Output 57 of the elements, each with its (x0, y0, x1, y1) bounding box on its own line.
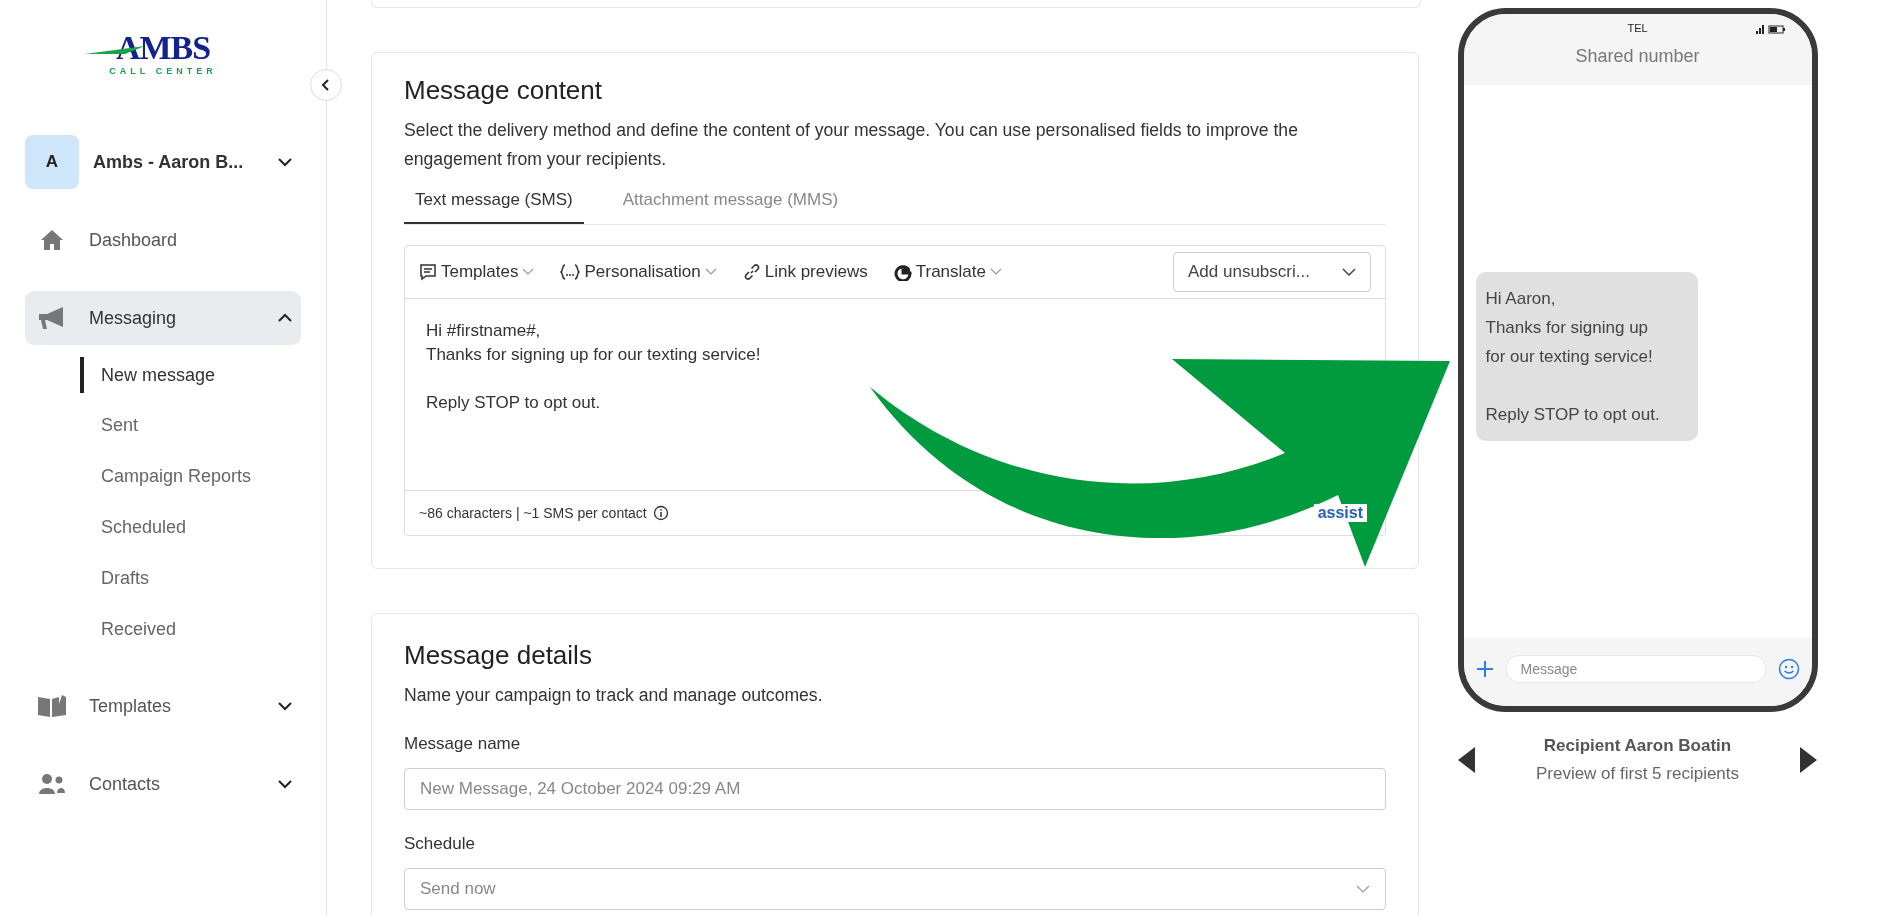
section-description: Name your campaign to track and manage outcomes. (404, 684, 824, 707)
field-label: Message name (404, 734, 522, 754)
nav-subitem[interactable]: Sent (80, 400, 301, 451)
previous-button[interactable] (1457, 747, 1476, 773)
toolbar-button[interactable]: Translate (893, 262, 1002, 282)
plus-icon[interactable] (1475, 660, 1494, 678)
schedule-dropdown[interactable]: Send now (404, 868, 1386, 910)
signal-battery-icon (1755, 24, 1788, 34)
chevron-down-icon (277, 157, 293, 167)
preview-note: Preview of first 5 recipients (1535, 764, 1740, 784)
nav-subitem[interactable]: Campaign Reports (80, 451, 301, 502)
nav-subitem[interactable]: Drafts (80, 553, 301, 604)
next-button[interactable] (1799, 747, 1818, 773)
logo: AMBS CALL CENTER (25, 0, 301, 108)
unsubscribe-dropdown[interactable]: Add unsubscri... (1173, 252, 1371, 292)
caret-icon (522, 268, 535, 276)
nav-item[interactable]: Dashboard (25, 213, 301, 267)
ai-assistant-link[interactable]: assist (1313, 504, 1367, 522)
caret-icon (704, 268, 717, 276)
recipient-name: Recipient Aaron Boatin (1542, 736, 1733, 756)
message-text[interactable]: Hi #firstname#, Thanks for signing up for our texting service! Reply STOP to opt out. (426, 319, 761, 415)
people-icon (37, 773, 67, 795)
link-icon (742, 263, 761, 281)
info-icon (652, 505, 669, 521)
character-counter: ~86 characters | ~1 SMS per contact (419, 505, 647, 521)
message-icon (419, 263, 437, 281)
section-description: Select the delivery method and define the content of your message. You can use personalised fields to improve the engagement from your recipients. (404, 119, 1299, 171)
account-switcher[interactable]: A Ambs - Aaron B... (25, 135, 301, 189)
emoji-icon[interactable] (1777, 658, 1800, 680)
toolbar-button[interactable]: Personalisation (560, 262, 717, 282)
nav-subitem[interactable]: Scheduled (80, 502, 301, 553)
nav-subitem[interactable]: New message (80, 357, 301, 393)
input-field[interactable]: New Message, 24 October 2024 09:29 AM (404, 768, 1386, 810)
conversation-header: Shared number (1463, 42, 1812, 85)
collapse-button[interactable] (310, 69, 342, 101)
caret-icon (1342, 267, 1356, 277)
tab[interactable]: Attachment message (MMS) (611, 182, 850, 224)
section-title: Message content (404, 75, 603, 106)
braces-icon (560, 264, 581, 280)
message-input[interactable]: Message (1505, 655, 1766, 683)
chevron-left-icon (320, 78, 332, 92)
tab[interactable]: Text message (SMS) (404, 182, 584, 224)
book-icon (37, 694, 67, 718)
message-bubble: Hi Aaron, Thanks for signing up for our texting service! Reply STOP to opt out. (1475, 272, 1698, 441)
toolbar-button[interactable]: Link previews (742, 262, 868, 282)
account-name: Ambs - Aaron B... (93, 151, 245, 173)
caret-icon (989, 268, 1002, 276)
section-title: Message details (404, 640, 593, 671)
nav-item[interactable]: Templates (25, 679, 301, 733)
nav-subitem[interactable]: Received (80, 604, 301, 655)
field-label: Schedule (404, 834, 476, 854)
carrier-label: TEL (1627, 22, 1648, 34)
toolbar-button[interactable]: Templates (419, 262, 535, 282)
nav-item[interactable]: Messaging (25, 291, 301, 345)
caret-icon (1356, 884, 1370, 894)
nav-item[interactable]: Contacts (25, 757, 301, 811)
avatar: A (25, 135, 79, 189)
